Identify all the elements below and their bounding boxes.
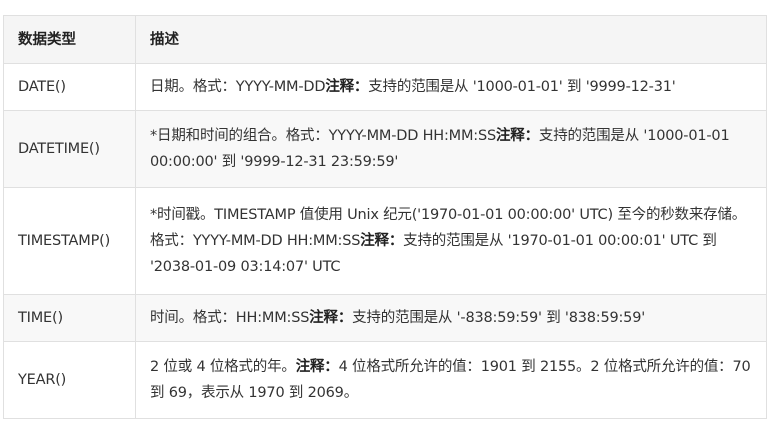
description-text: 支持的范围是从 '-838:59:59' 到 '838:59:59' <box>352 310 646 326</box>
type-cell: TIME() <box>3 294 136 342</box>
header-row: 数据类型 描述 <box>3 15 767 64</box>
type-cell: TIMESTAMP() <box>3 187 136 295</box>
table-header: 数据类型 描述 <box>3 15 767 64</box>
table-row-time: TIME() 时间。格式：HH:MM:SS注释：支持的范围是从 '-838:59… <box>3 294 767 342</box>
table-row-timestamp: TIMESTAMP() *时间戳。TIMESTAMP 值使用 Unix 纪元('… <box>3 187 767 295</box>
header-description: 描述 <box>135 15 767 64</box>
date-types-table: 数据类型 描述 DATE() 日期。格式：YYYY-MM-DD注释：支持的范围是… <box>3 15 767 419</box>
table-row-datetime: DATETIME() *日期和时间的组合。格式：YYYY-MM-DD HH:MM… <box>3 110 767 188</box>
table-row-date: DATE() 日期。格式：YYYY-MM-DD注释：支持的范围是从 '1000-… <box>3 63 767 111</box>
table-row-year: YEAR() 2 位或 4 位格式的年。注释：4 位格式所允许的值：1901 到… <box>3 341 767 419</box>
note-label: 注释： <box>496 128 539 144</box>
note-label: 注释： <box>295 359 339 375</box>
note-label: 注释： <box>360 233 404 249</box>
note-label: 注释： <box>325 79 369 95</box>
type-cell: DATE() <box>3 63 136 111</box>
table-body: DATE() 日期。格式：YYYY-MM-DD注释：支持的范围是从 '1000-… <box>3 63 767 419</box>
description-cell: *日期和时间的组合。格式：YYYY-MM-DD HH:MM:SS注释：支持的范围… <box>135 110 767 188</box>
type-cell: YEAR() <box>3 341 136 419</box>
description-text: 支持的范围是从 '1000-01-01' 到 '9999-12-31' <box>368 79 676 95</box>
description-cell: 日期。格式：YYYY-MM-DD注释：支持的范围是从 '1000-01-01' … <box>135 63 767 111</box>
description-text: 2 位或 4 位格式的年。 <box>150 359 296 375</box>
note-label: 注释： <box>309 310 353 326</box>
description-text: 日期。格式：YYYY-MM-DD <box>150 79 326 95</box>
type-cell: DATETIME() <box>3 110 136 188</box>
date-types-table-container: 数据类型 描述 DATE() 日期。格式：YYYY-MM-DD注释：支持的范围是… <box>3 15 767 419</box>
description-cell: 2 位或 4 位格式的年。注释：4 位格式所允许的值：1901 到 2155。2… <box>135 341 767 419</box>
description-cell: 时间。格式：HH:MM:SS注释：支持的范围是从 '-838:59:59' 到 … <box>135 294 767 342</box>
description-text: *日期和时间的组合。格式：YYYY-MM-DD HH:MM:SS <box>150 128 496 144</box>
header-data-type: 数据类型 <box>3 15 136 64</box>
description-cell: *时间戳。TIMESTAMP 值使用 Unix 纪元('1970-01-01 0… <box>135 187 767 295</box>
description-text: 时间。格式：HH:MM:SS <box>150 310 310 326</box>
